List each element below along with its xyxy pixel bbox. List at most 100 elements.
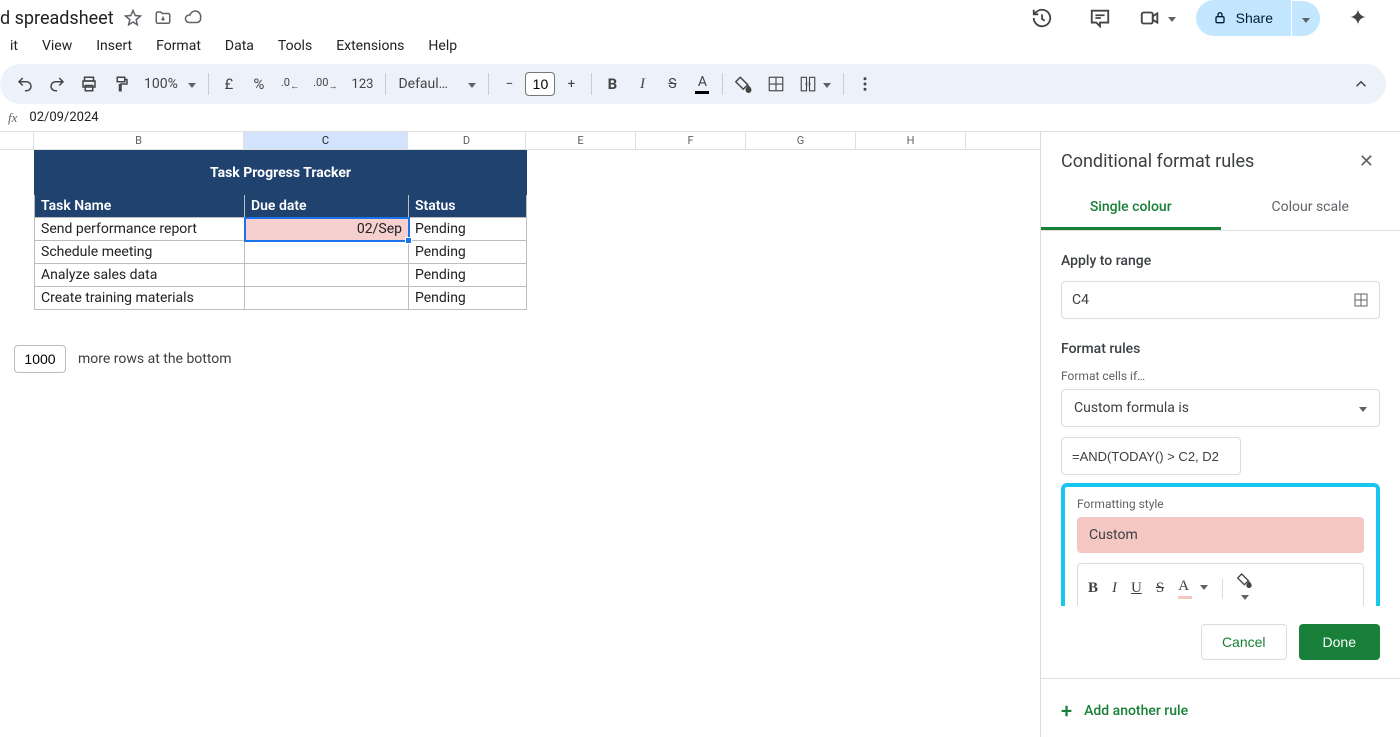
- toolbar: 100% £ % .0← .00→ 123 Defaul… − + B I S …: [0, 64, 1386, 104]
- decrease-decimal-button[interactable]: .0←: [275, 70, 305, 98]
- style-strike-button[interactable]: S: [1156, 580, 1164, 597]
- collapse-toolbar-button[interactable]: [1346, 70, 1376, 98]
- cell-due[interactable]: [245, 264, 409, 287]
- cell-task[interactable]: Create training materials: [35, 287, 245, 310]
- decrease-font-button[interactable]: −: [495, 70, 523, 98]
- apply-range-label: Apply to range: [1061, 253, 1380, 269]
- panel-close-button[interactable]: ✕: [1353, 150, 1380, 173]
- format-cells-if-label: Format cells if…: [1061, 369, 1380, 383]
- document-title[interactable]: d spreadsheet: [0, 8, 114, 29]
- percent-button[interactable]: %: [245, 70, 273, 98]
- tab-single-colour[interactable]: Single colour: [1041, 187, 1221, 230]
- range-value: C4: [1072, 292, 1089, 308]
- style-bold-button[interactable]: B: [1088, 580, 1098, 597]
- menu-edit[interactable]: it: [0, 34, 28, 58]
- increase-decimal-button[interactable]: .00→: [307, 70, 343, 98]
- menu-format[interactable]: Format: [146, 34, 211, 58]
- column-headers-row: B C D E F G H: [0, 132, 1040, 150]
- table-header-row: Task Name Due date Status: [35, 195, 527, 218]
- col-status[interactable]: Status: [409, 195, 527, 218]
- selection-handle[interactable]: [405, 237, 412, 244]
- menu-data[interactable]: Data: [215, 34, 264, 58]
- add-rule-label: Add another rule: [1084, 703, 1188, 719]
- style-italic-button[interactable]: I: [1112, 580, 1117, 597]
- style-text-color-button[interactable]: A: [1178, 578, 1208, 599]
- style-underline-button[interactable]: U: [1131, 580, 1142, 597]
- col-header-H[interactable]: H: [856, 132, 966, 149]
- merge-cells-button[interactable]: [793, 70, 837, 98]
- strikethrough-button[interactable]: S: [658, 70, 686, 98]
- borders-button[interactable]: [761, 70, 791, 98]
- more-toolbar-button[interactable]: [850, 70, 880, 98]
- more-formats-button[interactable]: 123: [346, 70, 380, 98]
- col-due-date[interactable]: Due date: [245, 195, 409, 218]
- formatting-style-label: Formatting style: [1077, 497, 1364, 511]
- paint-format-button[interactable]: [106, 70, 136, 98]
- style-fill-color-button[interactable]: [1237, 572, 1253, 605]
- condition-value: Custom formula is: [1074, 400, 1189, 416]
- cancel-button[interactable]: Cancel: [1201, 624, 1287, 660]
- text-color-button[interactable]: A: [688, 70, 716, 98]
- col-header-B[interactable]: B: [34, 132, 244, 149]
- panel-title: Conditional format rules: [1061, 151, 1254, 172]
- col-header-G[interactable]: G: [746, 132, 856, 149]
- sheet-area[interactable]: B C D E F G H Task Progress Tracker Task…: [0, 132, 1040, 737]
- cell-status[interactable]: Pending: [409, 264, 527, 287]
- bold-button[interactable]: B: [598, 70, 626, 98]
- tab-colour-scale[interactable]: Colour scale: [1221, 187, 1400, 230]
- cell-status[interactable]: Pending: [409, 287, 527, 310]
- zoom-select[interactable]: 100%: [138, 70, 202, 98]
- title-bar: d spreadsheet Share ✦: [0, 0, 1400, 30]
- menu-view[interactable]: View: [32, 34, 82, 58]
- move-folder-icon[interactable]: [154, 9, 172, 27]
- add-another-rule[interactable]: + Add another rule: [1041, 685, 1400, 737]
- increase-font-button[interactable]: +: [557, 70, 585, 98]
- more-rows-label: more rows at the bottom: [78, 351, 232, 367]
- italic-button[interactable]: I: [628, 70, 656, 98]
- select-all-corner[interactable]: [0, 132, 34, 149]
- col-header-D[interactable]: D: [408, 132, 526, 149]
- menu-insert[interactable]: Insert: [86, 34, 142, 58]
- conditional-format-panel: Conditional format rules ✕ Single colour…: [1040, 132, 1400, 737]
- formula-bar[interactable]: fx 02/09/2024: [0, 104, 1400, 132]
- menu-tools[interactable]: Tools: [268, 34, 322, 58]
- grid-select-icon[interactable]: [1353, 292, 1369, 308]
- table-row: Analyze sales data Pending: [35, 264, 527, 287]
- star-icon[interactable]: [124, 9, 142, 27]
- col-header-F[interactable]: F: [636, 132, 746, 149]
- cell-status[interactable]: Pending: [409, 241, 527, 264]
- plus-icon: +: [1061, 701, 1072, 721]
- fx-icon: fx: [8, 110, 17, 126]
- done-button[interactable]: Done: [1299, 624, 1380, 660]
- custom-formula-input[interactable]: [1061, 437, 1241, 475]
- more-rows-input[interactable]: [14, 345, 66, 373]
- menu-help[interactable]: Help: [418, 34, 467, 58]
- style-preview[interactable]: Custom: [1077, 517, 1364, 553]
- cell-due[interactable]: [245, 287, 409, 310]
- range-input[interactable]: C4: [1061, 281, 1380, 319]
- cloud-status-icon[interactable]: [184, 9, 202, 27]
- style-toolbar: B I U S A: [1077, 563, 1364, 606]
- col-header-C[interactable]: C: [244, 132, 408, 149]
- print-button[interactable]: [74, 70, 104, 98]
- redo-button[interactable]: [42, 70, 72, 98]
- menu-extensions[interactable]: Extensions: [326, 34, 414, 58]
- cell-task[interactable]: Analyze sales data: [35, 264, 245, 287]
- cell-due[interactable]: [245, 241, 409, 264]
- cell-due-selected[interactable]: 02/Sep: [245, 218, 409, 241]
- undo-button[interactable]: [10, 70, 40, 98]
- fill-color-button[interactable]: [729, 70, 759, 98]
- add-more-rows: more rows at the bottom: [14, 345, 232, 373]
- font-size-input[interactable]: [525, 72, 555, 96]
- formatting-style-highlight: Formatting style Custom B I U S A: [1061, 483, 1380, 606]
- tracker-title[interactable]: Task Progress Tracker: [35, 151, 527, 195]
- currency-button[interactable]: £: [215, 70, 243, 98]
- font-select[interactable]: Defaul…: [392, 70, 482, 98]
- cell-task[interactable]: Send performance report: [35, 218, 245, 241]
- col-task-name[interactable]: Task Name: [35, 195, 245, 218]
- col-header-E[interactable]: E: [526, 132, 636, 149]
- condition-select[interactable]: Custom formula is: [1061, 389, 1380, 427]
- cell-task[interactable]: Schedule meeting: [35, 241, 245, 264]
- cell-status[interactable]: Pending: [409, 218, 527, 241]
- share-label: Share: [1236, 10, 1273, 26]
